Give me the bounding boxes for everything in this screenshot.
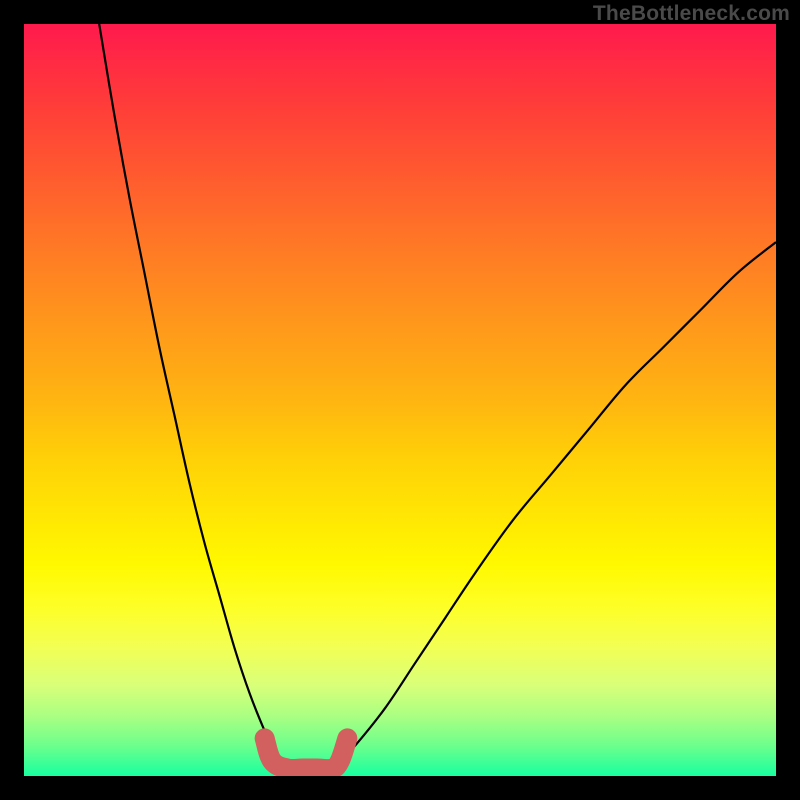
highlight-dot [257,730,273,746]
highlight-band [265,738,348,769]
left-curve [99,24,279,761]
curves-svg [24,24,776,776]
plot-area [24,24,776,776]
right-curve [340,242,776,761]
watermark-text: TheBottleneck.com [593,2,790,26]
